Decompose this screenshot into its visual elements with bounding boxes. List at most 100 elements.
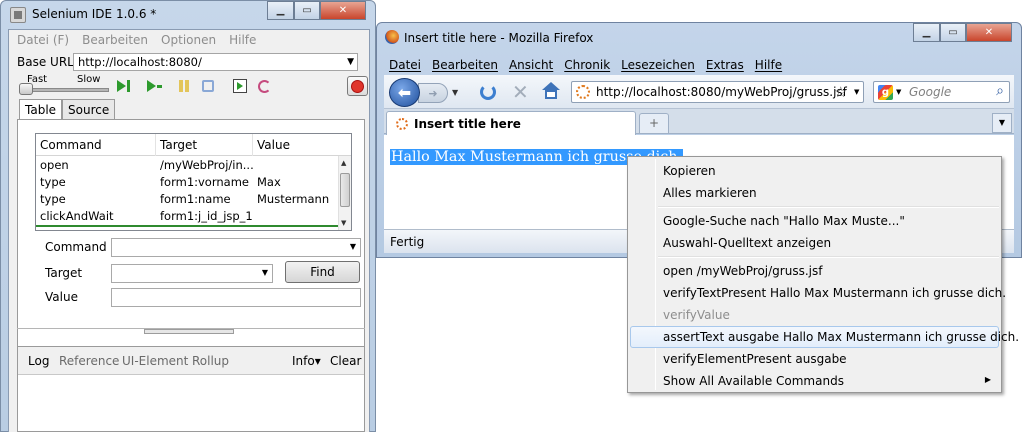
clear-button[interactable]: Clear (330, 354, 361, 368)
schedule-button[interactable] (253, 77, 275, 95)
value-input[interactable] (111, 288, 361, 307)
column-header-target[interactable]: Target (156, 134, 253, 156)
scroll-down-icon[interactable]: ▼ (341, 219, 346, 227)
tab-reference[interactable]: Reference (59, 354, 119, 368)
play-current-button[interactable] (143, 77, 165, 95)
menu-item-open[interactable]: open /myWebProj/gruss.jsf (630, 260, 999, 282)
tab-loading-icon (396, 118, 408, 130)
menu-item-assert-text[interactable]: assertText ausgabe Hallo Max Mustermann … (630, 326, 1019, 348)
minimize-button[interactable]: ▁ (267, 1, 294, 20)
menu-optionen[interactable]: Optionen (161, 33, 216, 47)
speed-slider-knob-icon[interactable] (19, 83, 33, 95)
testrunner-button[interactable] (229, 77, 251, 95)
menu-item-verify-text-present[interactable]: verifyTextPresent Hallo Max Mustermann i… (630, 282, 1006, 304)
info-dropdown[interactable]: Info▾ (292, 354, 321, 368)
base-url-value: http://localhost:8080/ (78, 55, 202, 69)
tab-rollup[interactable]: Rollup (192, 354, 229, 368)
play-all-button[interactable] (112, 77, 134, 95)
column-header-command[interactable]: Command (36, 134, 156, 156)
tab-table[interactable]: Table (19, 99, 63, 120)
firefox-close-button[interactable]: ✕ (966, 23, 1012, 42)
step-button[interactable] (197, 77, 219, 95)
tab-strip: Insert title here + ▼ (384, 109, 1014, 135)
menu-ansicht[interactable]: Ansicht (509, 58, 553, 72)
find-button[interactable]: Find (285, 261, 360, 283)
menu-chronik[interactable]: Chronik (564, 58, 610, 72)
pane-splitter[interactable] (17, 328, 365, 334)
target-dropdown-icon[interactable]: ▼ (262, 268, 268, 277)
menu-hilfe[interactable]: Hilfe (229, 33, 256, 47)
tab-title: Insert title here (414, 117, 521, 131)
command-table: Command Target Value open /myWebProj/in.… (35, 133, 352, 231)
search-engine-dropdown-icon[interactable]: ▼ (896, 88, 901, 96)
row-command: type (40, 175, 66, 189)
table-scrollbar[interactable]: ▲ ▼ (338, 156, 351, 230)
base-url-row: Base URL http://localhost:8080/ ▼ (9, 52, 369, 72)
menu-item-google-suche[interactable]: Google-Suche nach "Hallo Max Muste..." (630, 210, 999, 232)
command-input[interactable]: ▼ (111, 238, 361, 257)
search-bar[interactable]: g ▼ Google ⌕ (873, 81, 1010, 103)
menu-item-kopieren[interactable]: Kopieren (630, 160, 999, 182)
selenium-window-title: Selenium IDE 1.0.6 * (32, 7, 157, 21)
menu-hilfe[interactable]: Hilfe (755, 58, 782, 72)
menu-extras[interactable]: Extras (706, 58, 744, 72)
url-dropdown-icon[interactable]: ▼ (854, 88, 859, 96)
menu-item-auswahl-quelltext[interactable]: Auswahl-Quelltext anzeigen (630, 232, 999, 254)
table-row[interactable]: type form1:name Mustermann (36, 191, 340, 208)
command-label: Command (45, 240, 107, 254)
new-tab-button[interactable]: + (639, 113, 669, 133)
scroll-thumb[interactable] (340, 173, 350, 207)
table-row[interactable]: type form1:vorname Max (36, 174, 340, 191)
google-engine-icon[interactable]: g (878, 85, 893, 100)
list-all-tabs-icon[interactable]: ▼ (992, 113, 1012, 133)
selenium-ide-window: Selenium IDE 1.0.6 * ▁ ▭ ✕ Datei (F) Bea… (0, 0, 376, 432)
close-button[interactable]: ✕ (320, 1, 366, 20)
menu-item-alles-markieren[interactable]: Alles markieren (630, 182, 999, 204)
menu-separator (658, 256, 999, 258)
scroll-up-icon[interactable]: ▲ (341, 159, 346, 167)
menu-lesezeichen[interactable]: Lesezeichen (621, 58, 695, 72)
table-row[interactable]: clickAndWait form1:j_id_jsp_1... (36, 208, 340, 225)
firefox-minimize-button[interactable]: ▁ (913, 23, 940, 42)
base-url-input[interactable]: http://localhost:8080/ ▼ (73, 53, 358, 71)
table-row[interactable]: open /myWebProj/in... (36, 157, 340, 174)
page-loading-icon (576, 85, 590, 99)
menu-datei[interactable]: Datei (F) (17, 33, 69, 47)
tab-log[interactable]: Log (28, 354, 49, 368)
menu-item-show-all-commands[interactable]: Show All Available Commands ▶ (630, 370, 999, 392)
home-icon[interactable] (542, 82, 560, 100)
history-dropdown-icon[interactable]: ▼ (452, 88, 458, 97)
column-header-value[interactable]: Value (253, 134, 351, 156)
base-url-dropdown-icon[interactable]: ▼ (347, 57, 354, 67)
url-bar[interactable]: http://localhost:8080/myWebProj/gruss.js… (571, 81, 864, 103)
back-button[interactable]: ⬅ (389, 78, 420, 107)
maximize-button[interactable]: ▭ (294, 1, 320, 20)
forward-button[interactable]: ➜ (418, 83, 448, 103)
selenium-titlebar[interactable]: Selenium IDE 1.0.6 * ▁ ▭ ✕ (1, 1, 375, 29)
context-menu: Kopieren Alles markieren Google-Suche na… (627, 156, 1019, 393)
command-dropdown-icon[interactable]: ▼ (350, 242, 356, 251)
search-icon[interactable]: ⌕ (996, 83, 1004, 99)
speed-slider-track[interactable] (21, 88, 109, 92)
row-target: form1:j_id_jsp_1... (160, 209, 253, 223)
firefox-maximize-button[interactable]: ▭ (940, 23, 966, 42)
menu-item-verify-element-present[interactable]: verifyElementPresent ausgabe (630, 348, 999, 370)
tab-insert-title[interactable]: Insert title here (386, 111, 636, 135)
speed-slider[interactable]: Fast Slow (19, 74, 115, 95)
record-button[interactable] (347, 76, 368, 96)
menu-datei[interactable]: Datei (389, 58, 421, 72)
menu-item-label: Kopieren (663, 164, 716, 178)
firefox-titlebar[interactable]: Insert title here - Mozilla Firefox ▁ ▭ … (377, 23, 1021, 47)
menu-bearbeiten[interactable]: Bearbeiten (82, 33, 148, 47)
target-input[interactable]: ▼ (111, 264, 273, 283)
base-url-label: Base URL (17, 55, 74, 69)
stop-icon[interactable]: ✕ (512, 82, 529, 102)
pause-button[interactable] (173, 77, 195, 95)
tab-source[interactable]: Source (62, 99, 116, 119)
splitter-grip-icon[interactable] (144, 329, 234, 334)
reload-icon[interactable] (480, 84, 496, 100)
bookmark-star-icon[interactable]: ☆ (834, 83, 847, 101)
menu-bearbeiten[interactable]: Bearbeiten (432, 58, 498, 72)
submenu-arrow-icon: ▶ (984, 375, 991, 384)
tab-ui-element[interactable]: UI-Element (122, 354, 188, 368)
